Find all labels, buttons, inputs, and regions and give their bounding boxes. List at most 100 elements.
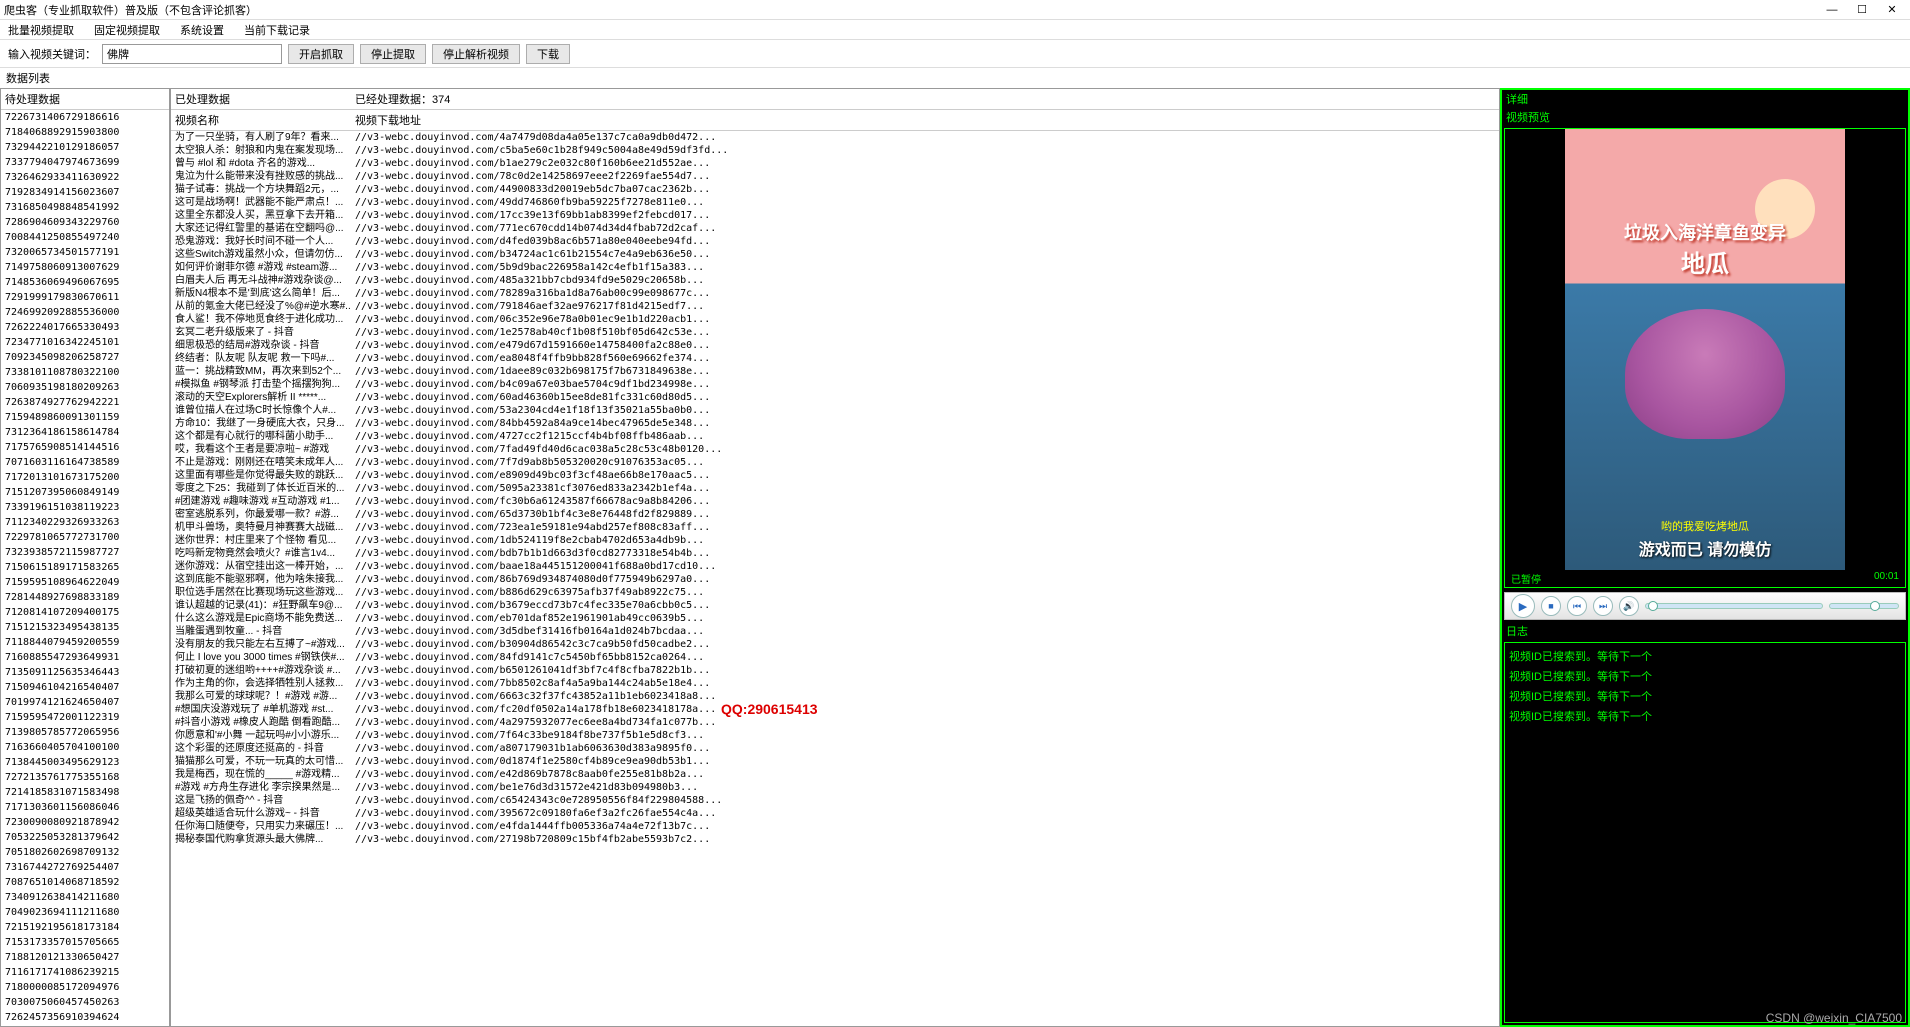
data-grid-body[interactable]: QQ:290615413 为了一只坐骑，有人刷了9年？看来...//v3-web… xyxy=(171,131,1499,1026)
video-frame[interactable]: 垃圾入海洋章鱼变异 地瓜 哟的我爱吃烤地瓜 游戏而已 请勿模仿 xyxy=(1565,129,1845,570)
pending-id-row[interactable]: 7229781065772731700 xyxy=(1,530,169,545)
data-row[interactable]: 密室逃脱系列，你最爱哪一款？#游...//v3-webc.douyinvod.c… xyxy=(171,508,1499,521)
data-row[interactable]: 这里面有哪些是你觉得最失败的跳跃...//v3-webc.douyinvod.c… xyxy=(171,469,1499,482)
pending-id-row[interactable]: 7049023694111211680 xyxy=(1,905,169,920)
stop-extract-button[interactable]: 停止提取 xyxy=(360,44,426,64)
data-row[interactable]: 鬼泣为什么能带来没有挫败感的挑战...//v3-webc.douyinvod.c… xyxy=(171,170,1499,183)
pending-id-row[interactable]: 7180000085172094976 xyxy=(1,980,169,995)
data-row[interactable]: 这里全东都没人买，黑豆拿下去开箱...//v3-webc.douyinvod.c… xyxy=(171,209,1499,222)
pending-id-row[interactable]: 7246992092885536000 xyxy=(1,305,169,320)
pending-id-row[interactable]: 7060935198180209263 xyxy=(1,380,169,395)
data-row[interactable]: 职位选手居然在比赛现场玩这些游戏...//v3-webc.douyinvod.c… xyxy=(171,586,1499,599)
pending-id-row[interactable]: 7118844079459200559 xyxy=(1,635,169,650)
data-row[interactable]: 太空狼人杀：射狼和内鬼在案发现场...//v3-webc.douyinvod.c… xyxy=(171,144,1499,157)
pending-id-row[interactable]: 7008441250855497240 xyxy=(1,230,169,245)
data-row[interactable]: 迷你世界：村庄里来了个怪物 看见...//v3-webc.douyinvod.c… xyxy=(171,534,1499,547)
data-row[interactable]: 机甲斗兽场，奥特曼月神赛赛大战磁...//v3-webc.douyinvod.c… xyxy=(171,521,1499,534)
data-row[interactable]: 哎，我看这个王者是要凉啦~ #游戏//v3-webc.douyinvod.com… xyxy=(171,443,1499,456)
data-row[interactable]: 细思极恐的结局#游戏杂谈 - 抖音//v3-webc.douyinvod.com… xyxy=(171,339,1499,352)
data-row[interactable]: #想国庆没游戏玩了 #单机游戏 #st...//v3-webc.douyinvo… xyxy=(171,703,1499,716)
data-row[interactable]: 当雕蛋遇到牧童... - 抖音//v3-webc.douyinvod.com/3… xyxy=(171,625,1499,638)
data-row[interactable]: 谁认超越的记录(41)：#狂野飙车9@...//v3-webc.douyinvo… xyxy=(171,599,1499,612)
data-row[interactable]: 这些Switch游戏虽然小众，但请勿仿...//v3-webc.douyinvo… xyxy=(171,248,1499,261)
data-row[interactable]: 谁曾位描人在过场C时长惊像个人#...//v3-webc.douyinvod.c… xyxy=(171,404,1499,417)
pending-id-row[interactable]: 7192834914156023607 xyxy=(1,185,169,200)
pending-id-row[interactable]: 7272135761775355168 xyxy=(1,770,169,785)
pending-id-row[interactable]: 7139805785772065956 xyxy=(1,725,169,740)
data-row[interactable]: 吃吗新宠物竟然会喷火？#谁言1v4...//v3-webc.douyinvod.… xyxy=(171,547,1499,560)
pending-id-row[interactable]: 7148536069496067695 xyxy=(1,275,169,290)
data-row[interactable]: 这个彩蛋的还原度还挺高的 - 抖音//v3-webc.douyinvod.com… xyxy=(171,742,1499,755)
pending-id-row[interactable]: 7053225053281379642 xyxy=(1,830,169,845)
pending-id-row[interactable]: 7153173357015705665 xyxy=(1,935,169,950)
pending-id-row[interactable]: 7159595108964622049 xyxy=(1,575,169,590)
pending-id-row[interactable]: 7215192195618173184 xyxy=(1,920,169,935)
data-row[interactable]: 你愿意和'#小舞 一起玩吗#小小游乐...//v3-webc.douyinvod… xyxy=(171,729,1499,742)
data-row[interactable]: 没有朋友的我只能左右互搏了~#游戏...//v3-webc.douyinvod.… xyxy=(171,638,1499,651)
data-row[interactable]: 不止是游戏：刚刚还在嘻笑未成年人...//v3-webc.douyinvod.c… xyxy=(171,456,1499,469)
data-row[interactable]: 食人鲨！我不停地觅食终于进化成功...//v3-webc.douyinvod.c… xyxy=(171,313,1499,326)
data-row[interactable]: 这个都是有心就行的哪科菌小助手...//v3-webc.douyinvod.co… xyxy=(171,430,1499,443)
pending-id-row[interactable]: 7160885547293649931 xyxy=(1,650,169,665)
data-row[interactable]: 猫子试毒：挑战一个方块舞蹈2元，...//v3-webc.douyinvod.c… xyxy=(171,183,1499,196)
pending-id-row[interactable]: 7030075060457450263 xyxy=(1,995,169,1010)
pending-id-row[interactable]: 7112340229326933263 xyxy=(1,515,169,530)
data-row[interactable]: 我是梅西，现在慌的_____ #游戏精...//v3-webc.douyinvo… xyxy=(171,768,1499,781)
pending-id-row[interactable]: 7337794047974673699 xyxy=(1,155,169,170)
data-row[interactable]: 何止 I love you 3000 times #钢铁侠#...//v3-we… xyxy=(171,651,1499,664)
pending-id-row[interactable]: 7339196151038119223 xyxy=(1,500,169,515)
data-row[interactable]: 玄冥二老升级版来了 - 抖音//v3-webc.douyinvod.com/1e… xyxy=(171,326,1499,339)
keyword-input[interactable] xyxy=(102,44,282,64)
pending-id-row[interactable]: 7326462933411630922 xyxy=(1,170,169,185)
pending-id-row[interactable]: 7175765908514144516 xyxy=(1,440,169,455)
pending-id-row[interactable]: 7159595472001122319 xyxy=(1,710,169,725)
download-button[interactable]: 下载 xyxy=(526,44,570,64)
pending-id-row[interactable]: 7214185831071583498 xyxy=(1,785,169,800)
pending-id-row[interactable]: 7338101108780322100 xyxy=(1,365,169,380)
maximize-button[interactable]: ☐ xyxy=(1848,1,1876,19)
data-row[interactable]: 什么这么游戏是Epic商场不能免费送...//v3-webc.douyinvod… xyxy=(171,612,1499,625)
prev-button[interactable]: ⏮ xyxy=(1567,596,1587,616)
data-row[interactable]: 新版N4根本不是'到底'这么简单！后...//v3-webc.douyinvod… xyxy=(171,287,1499,300)
col-video-name[interactable]: 视频名称 xyxy=(171,110,351,130)
pending-id-row[interactable]: 7323938572115987727 xyxy=(1,545,169,560)
data-row[interactable]: 大家还记得红警里的基诺在空翻吗@...//v3-webc.douyinvod.c… xyxy=(171,222,1499,235)
pending-id-row[interactable]: 7263874927762942221 xyxy=(1,395,169,410)
menu-download-log[interactable]: 当前下载记录 xyxy=(240,20,314,40)
pending-id-row[interactable]: 7340912638414211680 xyxy=(1,890,169,905)
data-row[interactable]: #模拟鱼 #钢琴派 打击垫个摇摆狗狗...//v3-webc.douyinvod… xyxy=(171,378,1499,391)
next-button[interactable]: ⏭ xyxy=(1593,596,1613,616)
menu-settings[interactable]: 系统设置 xyxy=(176,20,228,40)
pending-id-row[interactable]: 7159489860091301159 xyxy=(1,410,169,425)
menu-batch-extract[interactable]: 批量视频提取 xyxy=(4,20,78,40)
pending-id-row[interactable]: 7171303601156086046 xyxy=(1,800,169,815)
data-row[interactable]: 揭秘泰国代购拿货源头最大佛牌...//v3-webc.douyinvod.com… xyxy=(171,833,1499,846)
pending-id-row[interactable]: 7262224017665330493 xyxy=(1,320,169,335)
pending-id-row[interactable]: 7320065734501577191 xyxy=(1,245,169,260)
data-row[interactable]: 终结者：队友呢 队友呢 救一下吗#...//v3-webc.douyinvod.… xyxy=(171,352,1499,365)
pending-id-row[interactable]: 7172013101673175200 xyxy=(1,470,169,485)
data-row[interactable]: 作为主角的你，会选择牺牲别人拯救...//v3-webc.douyinvod.c… xyxy=(171,677,1499,690)
data-row[interactable]: 这到底能不能驱邪啊，他为啥朱接我...//v3-webc.douyinvod.c… xyxy=(171,573,1499,586)
pending-id-row[interactable]: 7051802602698709132 xyxy=(1,845,169,860)
pending-id-row[interactable]: 7281448927698833189 xyxy=(1,590,169,605)
data-row[interactable]: 曾与 #lol 和 #dota 齐名的游戏...//v3-webc.douyin… xyxy=(171,157,1499,170)
data-row[interactable]: #游戏 #方舟生存进化 李宗揆果然是...//v3-webc.douyinvod… xyxy=(171,781,1499,794)
data-row[interactable]: 我那么可爱的球球呢？！#游戏 #游...//v3-webc.douyinvod.… xyxy=(171,690,1499,703)
data-row[interactable]: 猫猫那么可爱，不玩一玩真的太可惜...//v3-webc.douyinvod.c… xyxy=(171,755,1499,768)
pending-id-row[interactable]: 7281785093713328432 xyxy=(1,1025,169,1026)
stop-button[interactable]: ■ xyxy=(1541,596,1561,616)
pending-id-row[interactable]: 7092345098206258727 xyxy=(1,350,169,365)
data-row[interactable]: 为了一只坐骑，有人刷了9年？看来...//v3-webc.douyinvod.c… xyxy=(171,131,1499,144)
pending-id-row[interactable]: 7163660405704100100 xyxy=(1,740,169,755)
minimize-button[interactable]: — xyxy=(1818,1,1846,19)
pending-id-row[interactable]: 7291999179830670611 xyxy=(1,290,169,305)
pending-id-row[interactable]: 7230090080921878942 xyxy=(1,815,169,830)
slider-thumb[interactable] xyxy=(1648,601,1658,611)
pending-id-list[interactable]: 7226731406729186616718406889291590380073… xyxy=(1,110,169,1026)
data-row[interactable]: 迷你游戏：从宿空挂出这一棒开始，...//v3-webc.douyinvod.c… xyxy=(171,560,1499,573)
data-row[interactable]: 蓝一：挑战精致MM，再次来到52个...//v3-webc.douyinvod.… xyxy=(171,365,1499,378)
volume-slider[interactable] xyxy=(1829,603,1899,609)
stop-parse-button[interactable]: 停止解析视频 xyxy=(432,44,520,64)
data-row[interactable]: 如何评价谢菲尔德 #游戏 #steam游...//v3-webc.douyinv… xyxy=(171,261,1499,274)
